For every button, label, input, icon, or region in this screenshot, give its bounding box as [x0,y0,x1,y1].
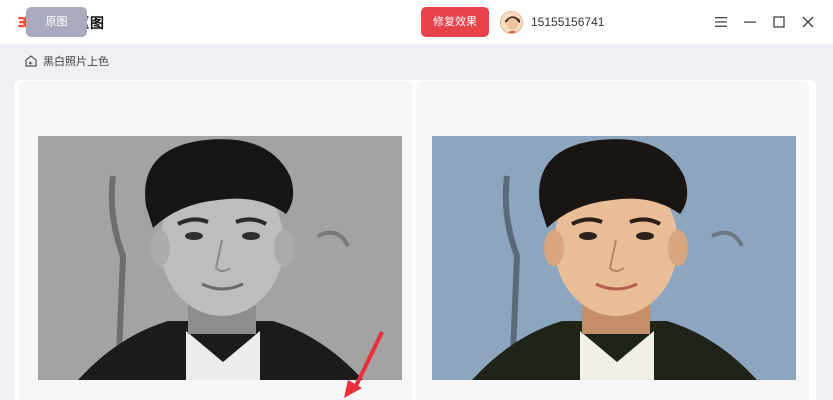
tab-original[interactable]: 原图 [26,7,87,37]
result-photo [432,136,796,380]
annotation-arrow-icon [344,331,384,398]
close-icon [802,16,814,28]
tab-result[interactable]: 修复效果 [421,7,489,37]
breadcrumb-label: 黑白照片上色 [43,56,109,68]
maximize-button[interactable] [769,12,789,32]
minimize-button[interactable] [740,12,760,32]
breadcrumb[interactable]: 黑白照片上色 [24,53,109,69]
user-id: 15155156741 [531,15,605,29]
home-back-icon [25,55,37,67]
close-button[interactable] [798,12,818,32]
title-bar: 一键抠图 15155156741 [0,0,833,44]
minimize-icon [744,21,756,23]
avatar[interactable] [500,11,523,34]
user-avatar-icon [501,12,522,33]
maximize-icon [773,16,785,28]
menu-button[interactable] [711,12,731,32]
menu-icon [715,17,727,27]
